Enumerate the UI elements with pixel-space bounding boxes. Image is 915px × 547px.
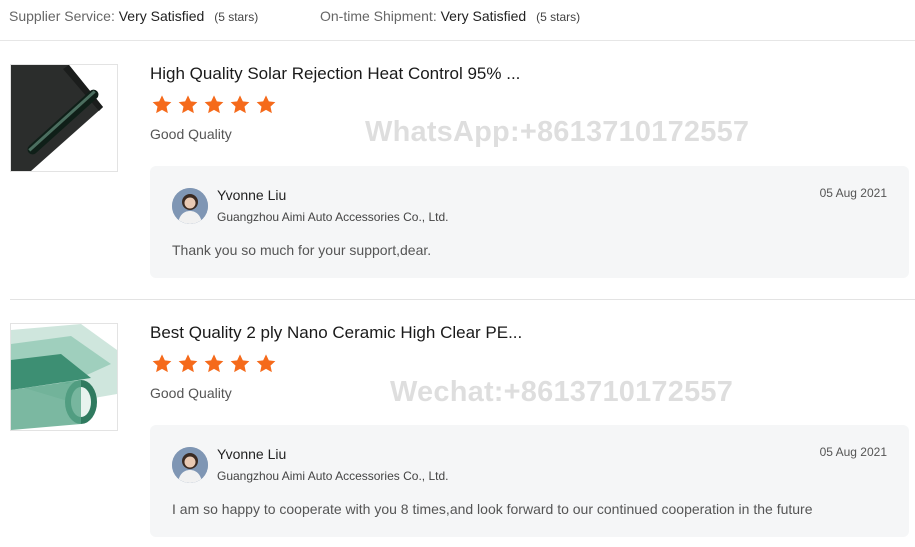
reply-author-name: Yvonne Liu [217,187,287,203]
star-icon [152,95,172,114]
ontime-shipment-stars: (5 stars) [536,10,581,24]
reply-date: 05 Aug 2021 [819,445,887,459]
supplier-service-label: Supplier Service: [9,8,115,24]
avatar-image [172,447,208,483]
star-icon [204,354,224,373]
product-title-link[interactable]: Best Quality 2 ply Nano Ceramic High Cle… [150,323,522,343]
product-thumbnail[interactable] [10,64,118,172]
review-divider [10,299,915,300]
rating-summary-bar: Supplier Service: Very Satisfied (5 star… [0,0,915,41]
supplier-service-rating: Supplier Service: Very Satisfied (5 star… [9,8,258,24]
reply-company-name: Guangzhou Aimi Auto Accessories Co., Ltd… [217,210,449,224]
star-icon [256,354,276,373]
product-thumbnail[interactable] [10,323,118,431]
star-icon [204,95,224,114]
review-quality-text: Good Quality [150,385,232,401]
ontime-shipment-label: On-time Shipment: [320,8,437,24]
tint-film-roll-image [11,65,117,171]
star-rating [150,94,278,116]
reply-company-name: Guangzhou Aimi Auto Accessories Co., Ltd… [217,469,449,483]
ontime-shipment-rating: On-time Shipment: Very Satisfied (5 star… [320,8,580,24]
star-icon [178,95,198,114]
ceramic-film-roll-image [11,324,117,430]
supplier-reply: Yvonne Liu Guangzhou Aimi Auto Accessori… [150,425,909,537]
reply-message: Thank you so much for your support,dear. [172,242,432,258]
star-icon [230,354,250,373]
reply-message: I am so happy to cooperate with you 8 ti… [172,501,813,517]
star-icon [178,354,198,373]
avatar [172,188,208,224]
supplier-service-value: Very Satisfied [118,8,205,24]
star-icon [230,95,250,114]
watermark-text: WhatsApp:+8613710172557 [365,116,750,148]
supplier-service-stars: (5 stars) [214,10,259,24]
reply-author-name: Yvonne Liu [217,446,287,462]
review-quality-text: Good Quality [150,126,232,142]
star-rating [150,353,278,375]
ontime-shipment-value: Very Satisfied [440,8,527,24]
watermark-text: Wechat:+8613710172557 [390,376,734,408]
avatar-image [172,188,208,224]
supplier-reply: Yvonne Liu Guangzhou Aimi Auto Accessori… [150,166,909,278]
star-icon [256,95,276,114]
product-title-link[interactable]: High Quality Solar Rejection Heat Contro… [150,64,520,84]
avatar [172,447,208,483]
star-icon [152,354,172,373]
reply-date: 05 Aug 2021 [819,186,887,200]
